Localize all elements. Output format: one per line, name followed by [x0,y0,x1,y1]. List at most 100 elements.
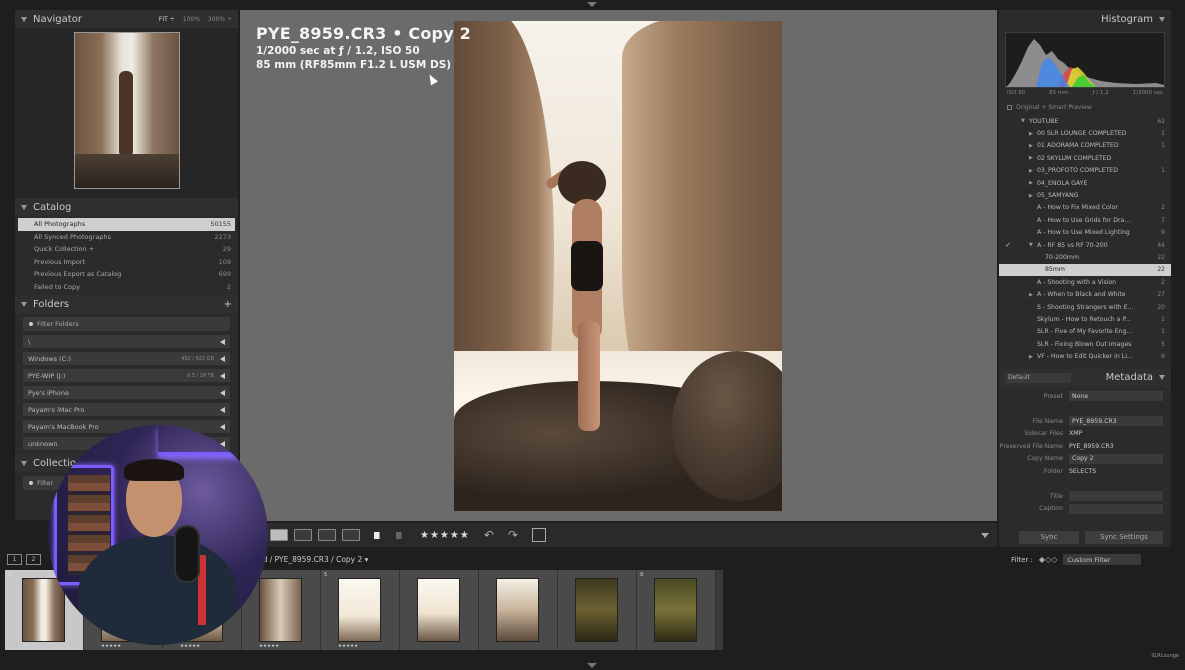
collection-item[interactable]: A - How to Fix Mixed Color 2 [999,202,1171,214]
volume-item[interactable]: Payam's iMac Pro [23,403,230,416]
collection-item[interactable]: A - How to Use Mixed Lighting 9 [999,227,1171,239]
metadata-value[interactable] [1069,491,1163,502]
survey-view-button[interactable] [318,529,336,541]
filmstrip-thumbnail[interactable]: 9 [637,570,716,650]
folders-header[interactable]: Folders + [15,295,238,313]
catalog-item[interactable]: Failed to Copy 2 [18,281,235,294]
primary-window-button[interactable]: 1 [7,554,22,565]
catalog-item[interactable]: Quick Collection + 29 [18,243,235,256]
collapse-triangle-icon[interactable] [21,204,27,210]
collection-item[interactable]: SLR - Five of My Favorite Eng... 1 [999,326,1171,338]
collection-disclosure-icon[interactable]: ▶ [1029,168,1037,174]
zoom-300[interactable]: 300% ÷ [208,16,232,23]
collection-item[interactable]: ▶ VF - How to Edit Quicker in Li... 6 [999,350,1171,362]
reject-flag-icon[interactable] [396,531,404,539]
collection-item[interactable]: ▶ A - When to Black and White 27 [999,288,1171,300]
volume-item[interactable]: \ [23,335,230,348]
smart-preview-status[interactable]: Original + Smart Preview [999,98,1171,115]
add-folder-button[interactable]: + [224,299,232,310]
collection-item[interactable]: ▶ 01 ADORAMA COMPLETED 1 [999,140,1171,152]
filmstrip-thumbnail[interactable] [400,570,479,650]
collection-item[interactable]: ▶ 03_PROFOTO COMPLETED 1 [999,165,1171,177]
histogram-header[interactable]: Histogram [999,10,1171,28]
people-view-button[interactable] [342,529,360,541]
catalog-item[interactable]: All Synced Photographs 2273 [18,231,235,244]
collection-item[interactable]: ▶ 05_SAMYANG [999,189,1171,201]
filmstrip-thumbnail[interactable] [558,570,637,650]
top-panel-toggle-icon[interactable] [587,2,597,7]
metadata-value[interactable] [1069,503,1163,514]
collection-item[interactable]: 70-200mm 22 [999,251,1171,263]
collection-item[interactable]: Skylum - How to Retouch a P... 1 [999,313,1171,325]
catalog-header[interactable]: Catalog [15,198,238,216]
catalog-item[interactable]: Previous Import 109 [18,256,235,269]
collection-disclosure-icon[interactable]: ▶ [1029,143,1037,149]
collection-disclosure-icon[interactable]: ▶ [1029,180,1037,186]
crop-overlay-icon[interactable] [531,528,546,542]
loupe-view[interactable]: PYE_8959.CR3 • Copy 2 1/2000 sec at ƒ / … [240,10,997,521]
pick-flag-icon[interactable] [374,531,382,539]
collection-disclosure-icon[interactable]: ▶ [1029,155,1037,161]
catalog-item[interactable]: All Photographs 50155 [18,218,235,231]
rotate-left-icon[interactable]: ↶ [484,528,494,542]
expand-triangle-icon[interactable] [220,406,225,413]
filmstrip-thumbnail[interactable] [479,570,558,650]
metadata-row: File Name PYE_8959.CR3 [999,415,1171,428]
collapse-triangle-icon[interactable] [1159,16,1165,22]
filmstrip-thumbnail[interactable]: 5 ★★★★★ [321,570,400,650]
collection-item[interactable]: ✓ ▼ A - RF 85 vs RF 70-200 44 [999,239,1171,251]
collection-item[interactable]: 85mm 22 [999,263,1171,277]
collection-item[interactable]: SLR - Fixing Blown Out Images 5 [999,338,1171,350]
volume-item[interactable]: PYE-WIP (J:) 9.3 / 18 TB [23,369,230,382]
sync-button[interactable]: Sync [1019,530,1079,544]
star-rating[interactable]: ★★★★★ [420,530,470,541]
zoom-fit[interactable]: FIT ÷ [159,16,175,23]
volume-item[interactable]: Windows (C:) 492 / 922 GB [23,352,230,365]
expand-triangle-icon[interactable] [220,372,225,379]
navigator-thumbnail[interactable] [74,32,180,189]
zoom-100[interactable]: 100% [183,16,200,23]
navigator-header[interactable]: Navigator FIT ÷ 100% 300% ÷ [15,10,238,28]
metadata-preset-select[interactable]: Default [1005,372,1071,383]
filter-folders-input[interactable]: Filter Folders [23,317,230,331]
filter-flag-icons[interactable]: ◆◇◇ [1039,555,1057,564]
collection-item[interactable]: ▶ 00 SLR LOUNGE COMPLETED 1 [999,127,1171,139]
filter-preset-select[interactable]: Custom Filter [1063,554,1142,565]
collection-disclosure-icon[interactable]: ▼ [1021,118,1029,124]
collection-item[interactable]: ▶ 02 SKYLUM COMPLETED [999,152,1171,164]
collection-item[interactable]: A - How to Use Grids for Dra... 7 [999,214,1171,226]
metadata-value[interactable]: PYE_8959.CR3 [1069,416,1163,427]
metadata-value[interactable]: None [1069,391,1163,402]
toolbar-dropdown-icon[interactable] [981,533,989,538]
collection-disclosure-icon[interactable]: ▶ [1029,193,1037,199]
collection-disclosure-icon[interactable]: ▶ [1029,354,1037,360]
collection-item[interactable]: A - Shooting with a Vision 2 [999,276,1171,288]
main-photo[interactable] [454,21,782,511]
collection-item[interactable]: ▼ YOUTUBE 62 [999,115,1171,127]
catalog-item[interactable]: Previous Export as Catalog 699 [18,268,235,281]
navigator-preview[interactable] [15,28,238,198]
rotate-right-icon[interactable]: ↷ [508,528,518,542]
collection-disclosure-icon[interactable]: ▶ [1029,292,1037,298]
collapse-triangle-icon[interactable] [21,460,27,466]
loupe-view-button[interactable] [270,529,288,541]
collection-disclosure-icon[interactable]: ▼ [1029,242,1037,248]
volume-item[interactable]: Pye's iPhone [23,386,230,399]
expand-triangle-icon[interactable] [220,389,225,396]
collection-disclosure-icon[interactable]: ▶ [1029,131,1037,137]
collapse-triangle-icon[interactable] [1159,375,1165,381]
expand-triangle-icon[interactable] [220,355,225,362]
histogram-graph[interactable] [1005,32,1165,88]
metadata-header[interactable]: Default Metadata [999,368,1171,387]
bottom-panel-toggle-icon[interactable] [587,663,597,668]
collapse-triangle-icon[interactable] [21,16,27,22]
collection-item[interactable]: S - Shooting Strangers with E... 20 [999,301,1171,313]
collapse-triangle-icon[interactable] [21,301,27,307]
metadata-value[interactable]: Copy 2 [1069,453,1163,464]
filmstrip-source-path[interactable]: ed / PYE_8959.CR3 / Copy 2 ▾ [258,555,368,564]
collection-item[interactable]: ▶ 04_ENOLA GAYE [999,177,1171,189]
secondary-window-button[interactable]: 2 [26,554,41,565]
sync-settings-button[interactable]: Sync Settings [1085,530,1163,544]
compare-view-button[interactable] [294,529,312,541]
expand-triangle-icon[interactable] [220,338,225,345]
